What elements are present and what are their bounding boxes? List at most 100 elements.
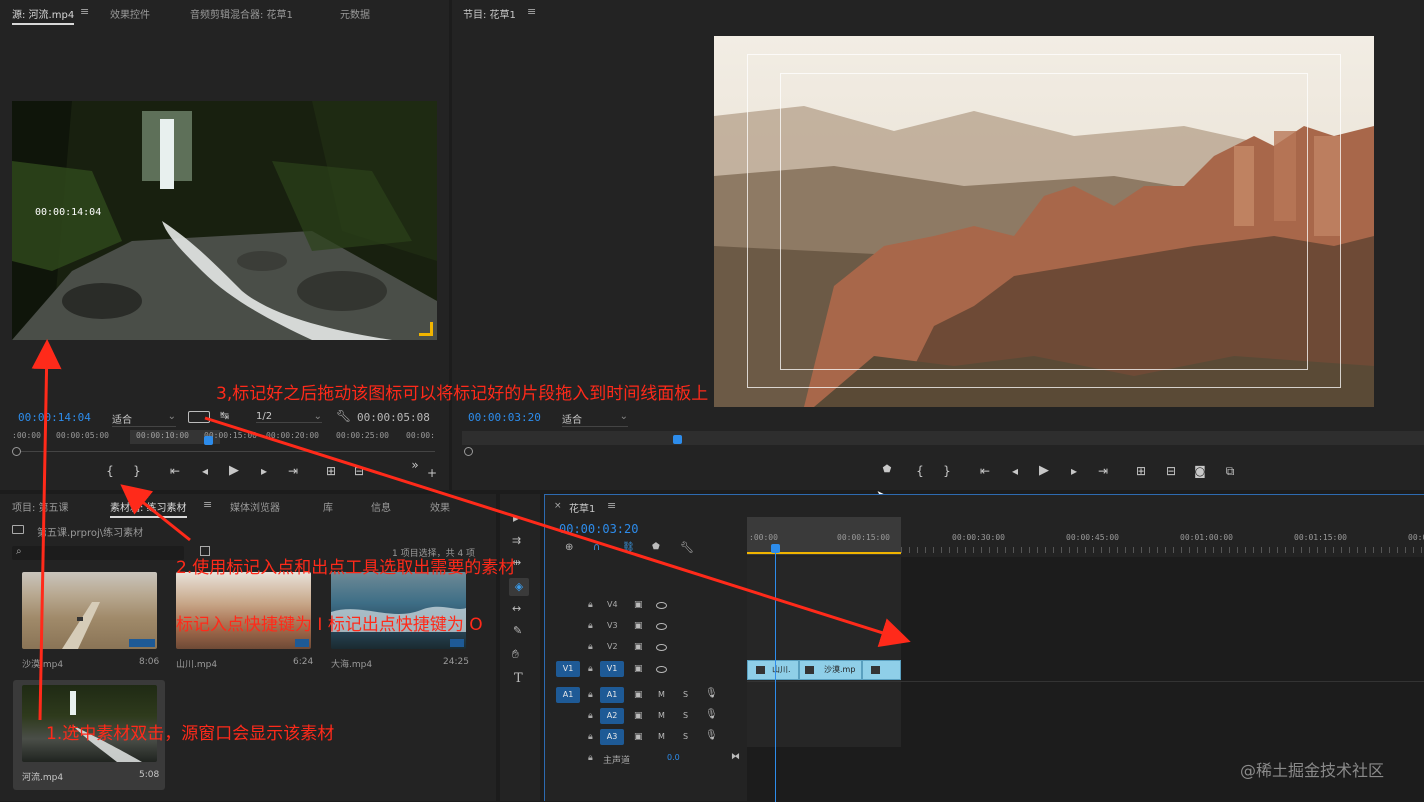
step-forward-icon[interactable]: ▸ — [255, 464, 273, 478]
track-header-v1[interactable]: V1 🔒︎ V1 ▣ — [545, 659, 745, 681]
source-current-time[interactable]: 00:00:14:04 — [18, 411, 91, 424]
track-target-a2[interactable]: A2 — [600, 708, 624, 724]
tab-effect-controls[interactable]: 效果控件 — [110, 6, 150, 21]
drag-audio-only-icon[interactable]: ↹ — [220, 409, 229, 422]
track-header-a1[interactable]: A1 🔒︎ A1 ▣ M S 🎙︎ — [545, 685, 745, 707]
go-to-end-icon[interactable]: ⧓ — [731, 752, 740, 762]
microphone-icon[interactable]: 🎙︎ — [705, 730, 718, 741]
compare-view-icon[interactable]: ⧉ — [1221, 464, 1239, 479]
search-field[interactable]: ⌕ — [12, 546, 184, 560]
nest-toggle-icon[interactable]: ⊕ — [565, 542, 573, 553]
program-fit-select[interactable]: 适合 ⌄ — [562, 411, 628, 427]
tab-info[interactable]: 信息 — [371, 499, 391, 514]
panel-menu-icon[interactable]: ≡ — [80, 5, 89, 18]
insert-icon[interactable]: ⊞ — [322, 464, 340, 478]
source-resolution-select[interactable]: 1/2 ⌄ — [256, 411, 322, 423]
mark-in-icon[interactable]: { — [911, 464, 929, 478]
track-select-tool-icon[interactable]: ⇉ — [512, 534, 521, 547]
source-playhead[interactable] — [204, 436, 213, 445]
lift-icon[interactable]: ⊞ — [1132, 464, 1150, 478]
add-button-icon[interactable]: + — [423, 466, 441, 480]
sync-lock-icon[interactable]: ▣ — [634, 621, 643, 631]
source-patch-v1[interactable]: V1 — [556, 661, 580, 677]
play-icon[interactable]: ▶ — [1035, 463, 1053, 478]
linked-selection-icon[interactable]: ⛓ — [622, 542, 635, 553]
tab-metadata[interactable]: 元数据 — [340, 6, 370, 21]
type-tool-icon[interactable]: T — [514, 671, 523, 686]
tab-media-browser[interactable]: 媒体浏览器 — [230, 499, 280, 514]
program-time-ruler[interactable] — [462, 431, 1424, 445]
eye-icon[interactable] — [656, 623, 667, 630]
track-target-a1[interactable]: A1 — [600, 687, 624, 703]
lock-icon[interactable]: 🔒︎ — [588, 600, 593, 610]
timeline-ruler[interactable]: :00:00 00:00:15:00 00:00:30:00 00:00:45:… — [747, 517, 1424, 555]
panel-menu-icon[interactable]: ≡ — [203, 498, 212, 511]
mute-button[interactable]: M — [658, 690, 665, 699]
mark-in-icon[interactable]: { — [101, 464, 119, 478]
overwrite-icon[interactable]: ⊟ — [350, 464, 368, 478]
timeline-clip[interactable]: 山川. — [747, 660, 799, 680]
go-to-in-icon[interactable]: ⇤ — [166, 464, 184, 478]
scroll-handle-left[interactable] — [12, 447, 21, 456]
step-back-icon[interactable]: ◂ — [1006, 464, 1024, 478]
sync-lock-icon[interactable]: ▣ — [634, 690, 643, 700]
mute-button[interactable]: M — [658, 732, 665, 741]
solo-button[interactable]: S — [683, 711, 688, 720]
timeline-clip[interactable] — [862, 660, 901, 680]
solo-button[interactable]: S — [683, 732, 688, 741]
master-volume[interactable]: 0.0 — [667, 753, 680, 762]
tab-libraries[interactable]: 库 — [323, 499, 333, 514]
pen-tool-icon[interactable]: ✎ — [513, 624, 522, 637]
razor-tool-icon[interactable]: ◈ — [509, 578, 529, 596]
tab-sequence[interactable]: 花草1 — [569, 500, 595, 515]
tab-bin[interactable]: 素材箱: 练习素材 — [110, 499, 187, 518]
lock-icon[interactable]: 🔒︎ — [588, 642, 593, 652]
track-target-v1[interactable]: V1 — [600, 661, 624, 677]
sync-lock-icon[interactable]: ▣ — [634, 711, 643, 721]
add-marker-icon[interactable]: ⬟ — [878, 464, 896, 475]
source-fit-select[interactable]: 适合 ⌄ — [112, 411, 176, 427]
program-scroll-handle[interactable] — [464, 447, 473, 456]
timeline-playhead-handle[interactable] — [771, 544, 780, 553]
lock-icon[interactable]: 🔒︎ — [588, 690, 593, 700]
lock-icon[interactable]: 🔒︎ — [588, 621, 593, 631]
track-target-a3[interactable]: A3 — [600, 729, 624, 745]
step-back-icon[interactable]: ◂ — [196, 464, 214, 478]
source-time-ruler[interactable]: :00:00 00:00:05:00 00:00:10:00 00:00:15:… — [12, 430, 437, 446]
tab-project[interactable]: 项目: 第五课 — [12, 499, 69, 514]
drag-video-only-icon[interactable] — [188, 411, 210, 423]
lock-icon[interactable]: 🔒︎ — [588, 711, 593, 721]
eye-icon[interactable] — [656, 602, 667, 609]
lock-icon[interactable]: 🔒︎ — [588, 732, 593, 742]
go-to-out-icon[interactable]: ⇥ — [1094, 464, 1112, 478]
source-patch-a1[interactable]: A1 — [556, 687, 580, 703]
lock-icon[interactable]: 🔒︎ — [588, 753, 593, 763]
tab-source[interactable]: 源: 河流.mp4 — [12, 6, 75, 25]
mark-out-icon[interactable]: } — [938, 464, 956, 478]
sync-lock-icon[interactable]: ▣ — [634, 600, 643, 610]
zoom-scrollbar[interactable] — [12, 447, 437, 457]
track-header-a2[interactable]: 🔒︎ A2 ▣ M S 🎙︎ — [545, 706, 745, 728]
wrench-icon[interactable]: 🔧︎ — [336, 409, 351, 423]
step-forward-icon[interactable]: ▸ — [1065, 464, 1083, 478]
program-current-time[interactable]: 00:00:03:20 — [468, 411, 541, 424]
sync-lock-icon[interactable]: ▣ — [634, 664, 643, 674]
panel-menu-icon[interactable]: ≡ — [607, 499, 616, 512]
go-to-out-icon[interactable]: ⇥ — [284, 464, 302, 478]
wrench-icon[interactable]: 🔧︎ — [680, 541, 694, 554]
sync-lock-icon[interactable]: ▣ — [634, 732, 643, 742]
camera-icon[interactable]: ◙ — [1191, 464, 1209, 478]
eye-icon[interactable] — [656, 666, 667, 673]
close-icon[interactable]: × — [554, 501, 562, 511]
lock-icon[interactable]: 🔒︎ — [588, 664, 593, 674]
timeline-clip[interactable]: 沙漠.mp — [799, 660, 862, 680]
play-icon[interactable]: ▶ — [225, 463, 243, 478]
snap-icon[interactable]: ∩ — [593, 542, 600, 553]
timeline-current-time[interactable]: 00:00:03:20 — [559, 522, 638, 536]
track-header-v2[interactable]: 🔒︎ V2 ▣ — [545, 638, 745, 658]
tab-effects[interactable]: 效果 — [430, 499, 450, 514]
slip-tool-icon[interactable]: ↔ — [512, 602, 521, 615]
microphone-icon[interactable]: 🎙︎ — [705, 709, 718, 720]
selection-tool-icon[interactable]: ▸ — [513, 512, 519, 525]
mute-button[interactable]: M — [658, 711, 665, 720]
